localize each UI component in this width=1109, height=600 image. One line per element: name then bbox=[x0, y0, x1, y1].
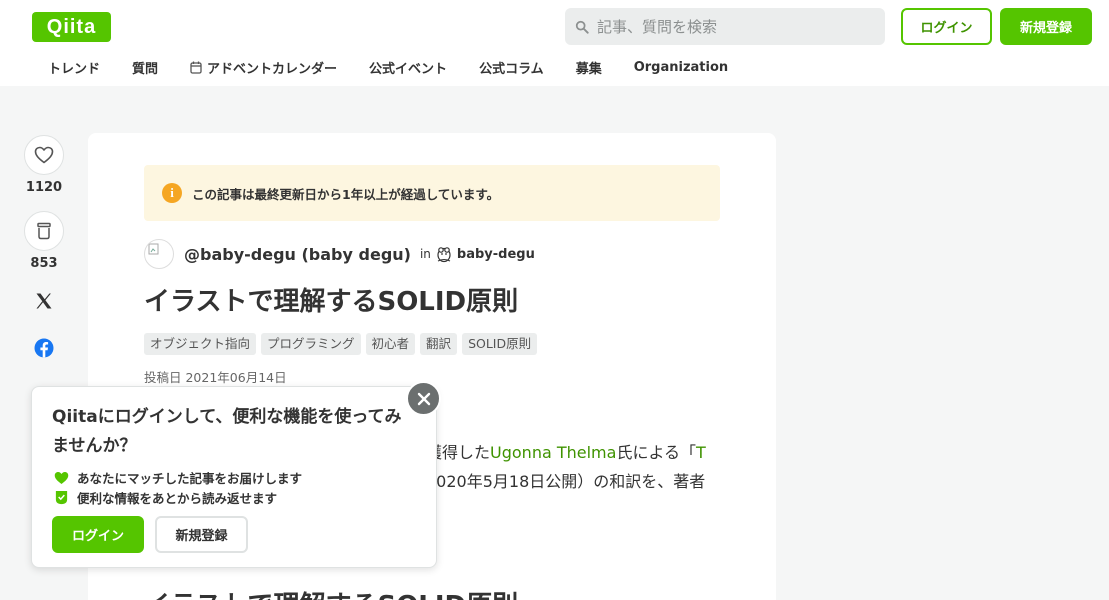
popup-close-button[interactable] bbox=[406, 381, 441, 416]
nav-item-label: Organization bbox=[633, 59, 729, 75]
tag-item[interactable]: オブジェクト指向 bbox=[144, 333, 257, 355]
in-label: in bbox=[419, 247, 431, 261]
nav-item-label: アドベントカレンダー bbox=[207, 61, 338, 77]
tag-list: オブジェクト指向 プログラミング 初心者 翻訳 SOLID原則 bbox=[144, 333, 542, 355]
feature-item: あなたにマッチした記事をお届けします bbox=[54, 468, 302, 487]
facebook-icon bbox=[34, 338, 54, 358]
like-button[interactable] bbox=[24, 135, 64, 175]
article-actions: 1120 853 bbox=[24, 135, 64, 368]
header-login-button[interactable]: ログイン bbox=[901, 8, 992, 45]
article-link[interactable]: T bbox=[696, 443, 706, 462]
nav-item-organization[interactable]: Organization bbox=[618, 54, 744, 81]
tag-item[interactable]: 翻訳 bbox=[420, 333, 458, 355]
nav-item-label: トレンド bbox=[48, 61, 101, 77]
body-text: 氏による「 bbox=[616, 443, 696, 462]
info-icon: i bbox=[162, 183, 182, 203]
stock-button[interactable] bbox=[24, 211, 64, 251]
feature-text: 便利な情報をあとから読み返せます bbox=[77, 491, 278, 506]
stock-filled-icon bbox=[55, 490, 68, 505]
tag-item[interactable]: 初心者 bbox=[365, 333, 416, 355]
stock-icon bbox=[37, 222, 51, 240]
organization-degu-icon[interactable] bbox=[435, 245, 453, 263]
author-link[interactable]: Ugonna Thelma bbox=[490, 443, 616, 462]
global-nav: トレンド 質問 アドベントカレンダー 公式イベント 公式コラム 募集 Organ… bbox=[32, 52, 744, 82]
nav-item-label: 質問 bbox=[132, 61, 159, 77]
body-text-line: 獲得したUgonna Thelma氏による「T bbox=[426, 439, 706, 463]
x-icon bbox=[36, 293, 52, 309]
share-facebook-button[interactable] bbox=[24, 328, 64, 368]
login-prompt-popup: Qiitaにログインして、便利な機能を使ってみませんか？ あなたにマッチした記事… bbox=[31, 386, 437, 568]
like-count: 1120 bbox=[25, 180, 63, 195]
search-box[interactable] bbox=[565, 8, 885, 45]
outdated-notice: i この記事は最終更新日から1年以上が経過しています。 bbox=[144, 165, 720, 221]
popup-title: Qiitaにログインして、便利な機能を使ってみませんか？ bbox=[52, 407, 402, 456]
body-text-line: 2020年5月18日公開）の和訳を、著者 bbox=[426, 472, 706, 491]
calendar-icon bbox=[190, 61, 202, 74]
section-heading: イラストで理解するSOLID原則 bbox=[144, 585, 518, 600]
feature-text: あなたにマッチした記事をお届けします bbox=[77, 471, 303, 486]
author-info: @baby-degu (baby degu) in baby-degu bbox=[144, 239, 535, 269]
nav-item-recruiting[interactable]: 募集 bbox=[560, 52, 618, 83]
organization-name[interactable]: baby-degu bbox=[457, 247, 535, 262]
stock-count: 853 bbox=[30, 256, 58, 271]
qiita-logo[interactable]: Qiita bbox=[32, 12, 111, 42]
site-header: Qiita ログイン 新規登録 トレンド 質問 アドベントカレンダー 公式イベン… bbox=[0, 0, 1109, 86]
search-icon bbox=[575, 20, 589, 34]
nav-item-label: 募集 bbox=[575, 61, 602, 77]
search-input[interactable] bbox=[597, 17, 867, 36]
nav-item-label: 公式イベント bbox=[369, 61, 448, 77]
broken-image-icon bbox=[148, 243, 159, 255]
article-title: イラストで理解するSOLID原則 bbox=[144, 287, 519, 317]
heart-icon bbox=[34, 146, 54, 164]
popup-login-button[interactable]: ログイン bbox=[52, 516, 144, 553]
popup-signup-button[interactable]: 新規登録 bbox=[155, 516, 248, 553]
header-signup-button[interactable]: 新規登録 bbox=[1000, 8, 1092, 45]
nav-item-advent-calendar[interactable]: アドベントカレンダー bbox=[174, 52, 353, 83]
nav-item-questions[interactable]: 質問 bbox=[116, 52, 174, 83]
nav-item-trend[interactable]: トレンド bbox=[32, 52, 116, 83]
avatar[interactable] bbox=[144, 239, 174, 269]
nav-item-label: 公式コラム bbox=[479, 61, 544, 77]
notice-text: この記事は最終更新日から1年以上が経過しています。 bbox=[192, 186, 500, 202]
nav-item-official-columns[interactable]: 公式コラム bbox=[463, 52, 560, 83]
author-name[interactable]: @baby-degu (baby degu) bbox=[184, 245, 411, 264]
heart-filled-icon bbox=[54, 471, 69, 484]
posted-date: 投稿日 2021年06月14日 bbox=[144, 370, 287, 385]
tag-item[interactable]: プログラミング bbox=[261, 333, 361, 355]
feature-item: 便利な情報をあとから読み返せます bbox=[54, 488, 277, 507]
nav-item-official-events[interactable]: 公式イベント bbox=[353, 52, 463, 83]
share-x-button[interactable] bbox=[24, 281, 64, 321]
close-icon bbox=[417, 392, 430, 405]
tag-item[interactable]: SOLID原則 bbox=[462, 333, 538, 355]
